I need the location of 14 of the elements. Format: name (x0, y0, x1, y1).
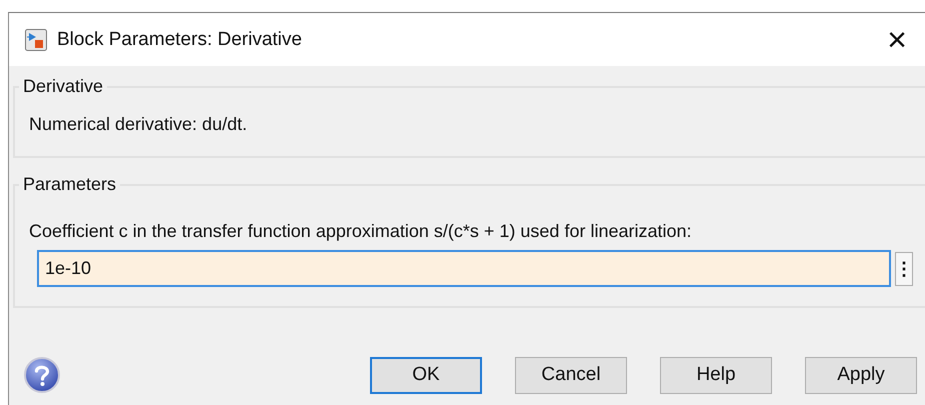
field-label: Coefficient c in the transfer function approximation s/(c*s + 1) used for linearization: (29, 221, 693, 242)
description-text: Numerical derivative: du/dt. (29, 114, 248, 135)
input-field[interactable]: 1e-10 (37, 250, 891, 287)
dialog-button[interactable]: OK (370, 356, 482, 394)
close-button[interactable]: × (887, 22, 907, 56)
window-title: Block Parameters: Derivative (57, 28, 303, 50)
help-icon[interactable] (23, 356, 61, 394)
more-options-button[interactable]: ⋮ (895, 252, 913, 286)
group-title: Parameters (22, 174, 118, 195)
group-title: Derivative (22, 76, 104, 97)
dialog-button[interactable]: Apply (805, 356, 917, 394)
dialog-button[interactable]: Help (660, 356, 772, 394)
block-diagram-icon (25, 28, 47, 50)
dialog-button[interactable]: Cancel (515, 356, 627, 394)
